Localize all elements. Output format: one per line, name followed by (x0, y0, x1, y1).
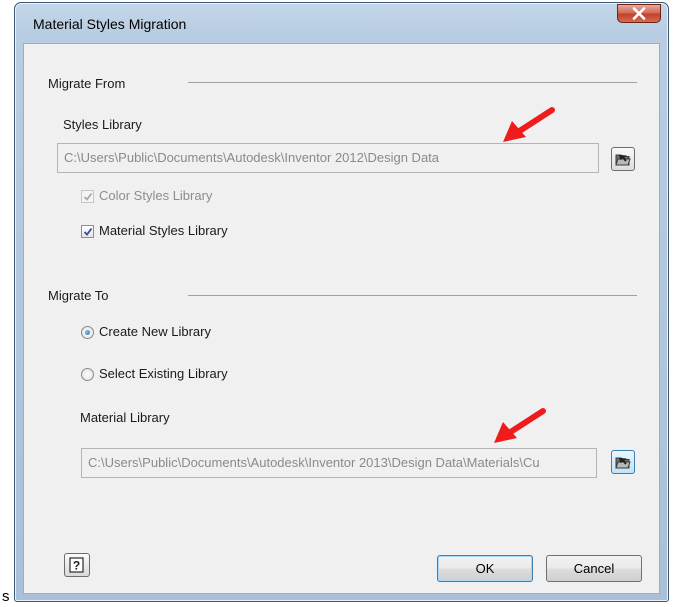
styles-library-browse-button[interactable] (611, 147, 635, 171)
checkmark-icon (83, 227, 93, 236)
close-button[interactable] (617, 4, 661, 23)
migrate-from-heading: Migrate From (48, 76, 126, 91)
select-existing-library-label: Select Existing Library (99, 366, 228, 381)
styles-library-label: Styles Library (63, 117, 142, 132)
cancel-button[interactable]: Cancel (546, 555, 642, 582)
create-new-library-label: Create New Library (99, 324, 211, 339)
browse-folder-icon (615, 457, 631, 469)
material-styles-label: Material Styles Library (99, 223, 228, 238)
svg-text:?: ? (73, 559, 80, 573)
material-library-label: Material Library (80, 410, 170, 425)
color-styles-checkbox[interactable] (81, 190, 94, 203)
radio-selected-dot (85, 330, 90, 335)
create-new-library-radio[interactable] (81, 326, 94, 339)
select-existing-library-radio[interactable] (81, 368, 94, 381)
help-button[interactable]: ? (64, 553, 90, 577)
migration-dialog: Material Styles Migration Migrate From S… (14, 2, 669, 602)
material-library-browse-button[interactable] (611, 450, 635, 474)
material-styles-checkbox[interactable] (81, 225, 94, 238)
window-title: Material Styles Migration (33, 16, 187, 32)
migrate-to-separator (188, 295, 637, 296)
ok-button[interactable]: OK (437, 555, 533, 582)
close-icon (632, 7, 646, 20)
migrate-from-separator (188, 82, 637, 83)
browse-folder-icon (615, 154, 631, 166)
color-styles-label: Color Styles Library (99, 188, 213, 203)
annotation-arrow (494, 408, 546, 443)
dialog-client-area: Migrate From Styles Library C:\Users\Pub… (23, 43, 660, 594)
checkmark-icon (83, 192, 93, 201)
material-library-path-field[interactable]: C:\Users\Public\Documents\Autodesk\Inven… (81, 448, 597, 478)
help-icon: ? (69, 557, 84, 573)
stray-text: s (2, 588, 10, 605)
title-bar[interactable]: Material Styles Migration (15, 3, 668, 37)
annotation-arrow (503, 107, 555, 142)
migrate-to-heading: Migrate To (48, 288, 109, 303)
styles-library-path-field[interactable]: C:\Users\Public\Documents\Autodesk\Inven… (57, 143, 599, 173)
